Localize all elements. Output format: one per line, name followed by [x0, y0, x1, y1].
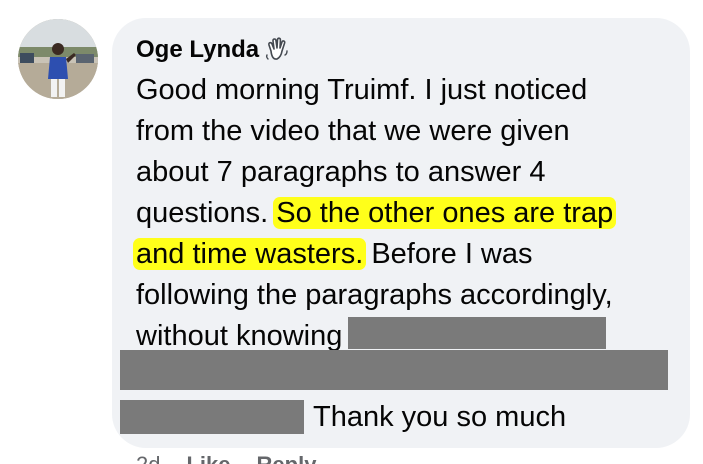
avatar-photo — [18, 19, 98, 99]
redaction-block — [120, 350, 668, 390]
like-button[interactable]: Like — [186, 452, 230, 464]
comment-text-segment: Before I was — [363, 238, 533, 270]
wave-hand-icon — [265, 37, 289, 63]
highlighted-text: and time wasters. — [133, 238, 367, 270]
reply-button[interactable]: Reply — [257, 452, 317, 464]
comment-author: Oge Lynda — [136, 33, 289, 67]
comment-text-segment: without knowing — [136, 320, 343, 352]
comment-line: questions. So the other ones are trap — [136, 193, 676, 234]
comment-timestamp[interactable]: 2d — [136, 452, 160, 464]
avatar[interactable] — [18, 19, 98, 99]
highlighted-text: So the other ones are trap — [273, 197, 617, 229]
comment-screenshot: Oge Lynda Good morning Truimf. I just no… — [0, 0, 703, 464]
comment-line: Good morning Truimf. I just noticed — [136, 74, 588, 106]
comment-actions: 2d Like Reply — [136, 452, 316, 464]
comment-line: about 7 paragraphs to answer 4 — [136, 156, 546, 188]
comment-line: following the paragraphs accordingly, — [136, 279, 613, 311]
comment-line: from the video that we were given — [136, 115, 570, 147]
comment-body: Good morning Truimf. I just noticed from… — [133, 70, 676, 357]
redaction-block — [348, 317, 607, 350]
comment-line: and time wasters. Before I was — [133, 234, 676, 275]
comment-text-segment: questions. — [136, 197, 277, 229]
comment-line: Thank you so much — [313, 401, 567, 433]
author-name[interactable]: Oge Lynda — [136, 33, 259, 67]
redaction-block — [120, 400, 304, 434]
